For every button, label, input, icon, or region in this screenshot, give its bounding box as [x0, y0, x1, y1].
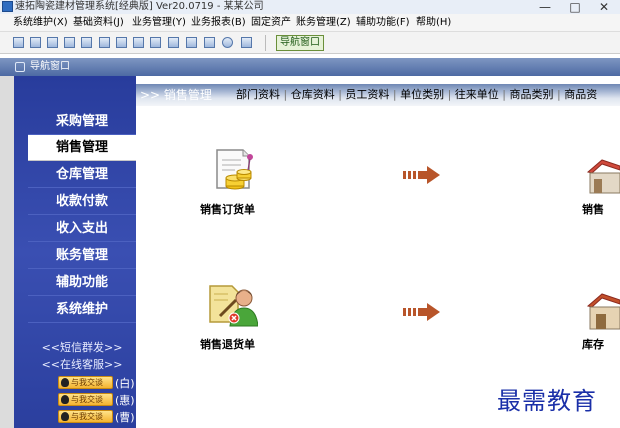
users-icon[interactable] [99, 37, 110, 48]
print-icon[interactable] [204, 37, 215, 48]
qq-chat-button[interactable]: 与我交谈 [58, 376, 113, 389]
tab-unit-category[interactable]: 单位类别 [400, 88, 444, 101]
app-icon [2, 1, 13, 12]
link-divider: | [334, 88, 346, 101]
menu-bar: 系统维护(X) 基础资料(J) 业务管理(Y) 业务报表(B) 固定资产 账务管… [0, 14, 620, 32]
tab-department[interactable]: 部门资料 [236, 88, 280, 101]
qq-chat-button[interactable]: 与我交谈 [58, 393, 113, 406]
left-frame [0, 76, 14, 428]
minimize-button[interactable]: — [535, 0, 555, 14]
section-header: >> 销售管理 部门资料 | 仓库资料 | 员工资料 | 单位类别 | 往来单位… [136, 84, 620, 106]
toolbar-separator [265, 35, 266, 51]
help-icon[interactable] [222, 37, 233, 48]
card-icon[interactable] [168, 37, 179, 48]
main-content: >> 销售管理 部门资料 | 仓库资料 | 员工资料 | 单位类别 | 往来单位… [136, 76, 620, 428]
link-divider: | [553, 88, 565, 101]
watermark: 最需教育 [497, 387, 597, 415]
tab-product-data[interactable]: 商品资 [564, 88, 597, 101]
sales-outbound-icon[interactable] [584, 156, 620, 196]
arrow-right-icon [403, 303, 440, 321]
sales-order-icon[interactable] [211, 148, 257, 194]
toolbar: 导航窗口 [0, 32, 620, 54]
export-icon[interactable] [150, 37, 161, 48]
sidebar: 采购管理 销售管理 仓库管理 收款付款 收入支出 账务管理 辅助功能 系统维护 … [14, 76, 136, 428]
form-icon[interactable] [30, 37, 41, 48]
tab-product-category[interactable]: 商品类别 [510, 88, 554, 101]
sms-broadcast-link[interactable]: <<短信群发>> [28, 339, 136, 355]
sidebar-item-income-expense[interactable]: 收入支出 [28, 216, 136, 242]
window-title: 速拓陶瓷建材管理系统[经典版] Ver20.0719 - 某某公司 [15, 1, 264, 12]
close-button[interactable]: ✕ [594, 0, 614, 14]
sidebar-item-auxiliary[interactable]: 辅助功能 [28, 270, 136, 296]
menu-fixed-assets[interactable]: 固定资产 [251, 14, 291, 32]
tab-contacts[interactable]: 往来单位 [455, 88, 499, 101]
menu-auxiliary-functions[interactable]: 辅助功能(F) [356, 14, 410, 32]
qq-contact-label: (惠) [115, 394, 135, 407]
menu-help[interactable]: 帮助(H) [416, 14, 451, 32]
title-bar: 速拓陶瓷建材管理系统[经典版] Ver20.0719 - 某某公司 — □ ✕ [0, 0, 620, 14]
online-service-link[interactable]: <<在线客服>> [28, 356, 136, 372]
maximize-button[interactable]: □ [565, 0, 585, 14]
sales-outbound-label[interactable]: 销售 [582, 201, 604, 217]
window-icon[interactable] [13, 37, 24, 48]
calendar-icon[interactable] [64, 37, 75, 48]
document-icon[interactable] [133, 37, 144, 48]
sales-order-label[interactable]: 销售订货单 [200, 201, 255, 217]
exit-icon[interactable] [241, 37, 252, 48]
sales-return-icon[interactable] [206, 282, 258, 328]
qq-chat-button[interactable]: 与我交谈 [58, 410, 113, 423]
navigation-window-button[interactable]: 导航窗口 [276, 35, 324, 51]
sales-return-label[interactable]: 销售退货单 [200, 336, 255, 352]
save-icon[interactable] [186, 37, 197, 48]
link-divider: | [280, 88, 291, 101]
inventory-label[interactable]: 库存 [582, 336, 604, 352]
monitor-icon[interactable] [81, 37, 92, 48]
qq-contact-label: (曹) [115, 411, 135, 424]
menu-business-management[interactable]: 业务管理(Y) [132, 14, 186, 32]
quick-links: 部门资料 | 仓库资料 | 员工资料 | 单位类别 | 往来单位 | 商品类别 … [236, 84, 597, 106]
sidebar-item-system[interactable]: 系统维护 [28, 297, 136, 323]
copy-window-icon[interactable] [47, 37, 58, 48]
navigation-panel-header: 导航窗口 [0, 58, 620, 76]
link-divider: | [389, 88, 401, 101]
section-title: >> 销售管理 [140, 88, 212, 102]
menu-basic-data[interactable]: 基础资料(J) [73, 14, 124, 32]
navigation-window-icon [15, 62, 25, 72]
link-divider: | [444, 88, 455, 101]
navigation-panel-title: 导航窗口 [30, 61, 70, 72]
sidebar-item-sales[interactable]: 销售管理 [28, 135, 136, 161]
menu-system-maintenance[interactable]: 系统维护(X) [13, 14, 68, 32]
sidebar-item-payments[interactable]: 收款付款 [28, 189, 136, 215]
sidebar-item-warehouse[interactable]: 仓库管理 [28, 162, 136, 188]
arrow-right-icon [403, 166, 440, 184]
tab-employee[interactable]: 员工资料 [345, 88, 389, 101]
sidebar-item-purchase[interactable]: 采购管理 [28, 109, 136, 135]
menu-business-reports[interactable]: 业务报表(B) [191, 14, 246, 32]
sidebar-item-accounts[interactable]: 账务管理 [28, 243, 136, 269]
inventory-icon[interactable] [584, 290, 620, 332]
link-divider: | [498, 88, 510, 101]
menu-account-management[interactable]: 账务管理(Z) [296, 14, 351, 32]
tab-warehouse[interactable]: 仓库资料 [291, 88, 335, 101]
qq-contact-label: (白) [115, 377, 135, 390]
tools-icon[interactable] [116, 37, 127, 48]
